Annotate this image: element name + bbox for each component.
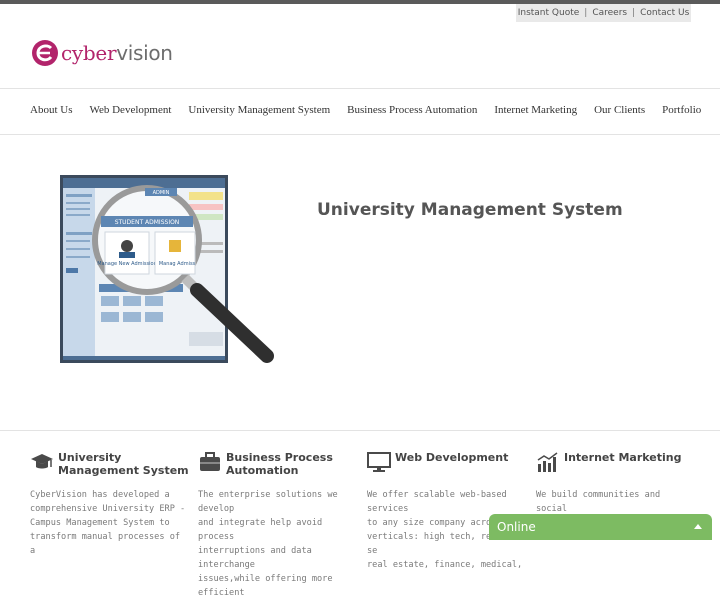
feature-text: The enterprise solutions we develop and … (198, 490, 338, 598)
monitor-icon (367, 452, 391, 472)
chat-status-label: Online (497, 520, 536, 534)
feature-title: Web Development (395, 451, 509, 464)
graduation-cap-icon (31, 454, 53, 469)
nav-web-development[interactable]: Web Development (89, 104, 171, 116)
feature-text: CyberVision has developed a comprehensiv… (30, 490, 186, 556)
nav-university-management-system[interactable]: University Management System (188, 104, 330, 116)
nav-about-us[interactable]: About Us (30, 104, 72, 116)
utility-links: Instant Quote | Careers | Contact Us (516, 4, 691, 22)
nav-divider (0, 134, 720, 135)
contact-us-link[interactable]: Contact Us (640, 8, 689, 18)
nav-our-clients[interactable]: Our Clients (594, 104, 645, 116)
instant-quote-link[interactable]: Instant Quote (518, 8, 580, 18)
chevron-up-icon[interactable] (693, 522, 703, 532)
feature-web-development: Web Development We offer scalable web-ba… (367, 451, 527, 572)
link-separator: | (632, 8, 636, 18)
careers-link[interactable]: Careers (592, 8, 627, 18)
hero-screenshot-image: STUDENT ADMISSION ADMIN Manage New Admis… (60, 175, 274, 363)
feature-business-process: Business Process Automation The enterpri… (198, 451, 358, 600)
tile-label: Manag Admiss (159, 261, 196, 267)
feature-title: University Management System (58, 451, 189, 477)
logo-wordmark: cybervision (61, 41, 173, 65)
main-nav: About Us Web Development University Mana… (30, 104, 718, 116)
site-logo[interactable]: cybervision (30, 38, 173, 68)
banner-label: STUDENT ADMISSION (115, 219, 180, 226)
admin-label: ADMIN (153, 190, 170, 196)
section-divider (0, 430, 720, 431)
online-chat-widget[interactable]: Online (489, 514, 712, 540)
nav-internet-marketing[interactable]: Internet Marketing (494, 104, 577, 116)
logo-swirl-icon (32, 40, 58, 66)
nav-divider (0, 88, 720, 89)
nav-business-process-automation[interactable]: Business Process Automation (347, 104, 477, 116)
bar-chart-icon (537, 452, 558, 472)
briefcase-icon (200, 452, 220, 471)
feature-title: Internet Marketing (564, 451, 682, 464)
link-separator: | (584, 8, 588, 18)
feature-university-management: University Management System CyberVision… (30, 451, 190, 558)
tile-label: Manage New Admission (97, 261, 157, 267)
nav-portfolio[interactable]: Portfolio (662, 104, 701, 116)
hero-title: University Management System (317, 200, 623, 220)
feature-title: Business Process Automation (226, 451, 333, 477)
